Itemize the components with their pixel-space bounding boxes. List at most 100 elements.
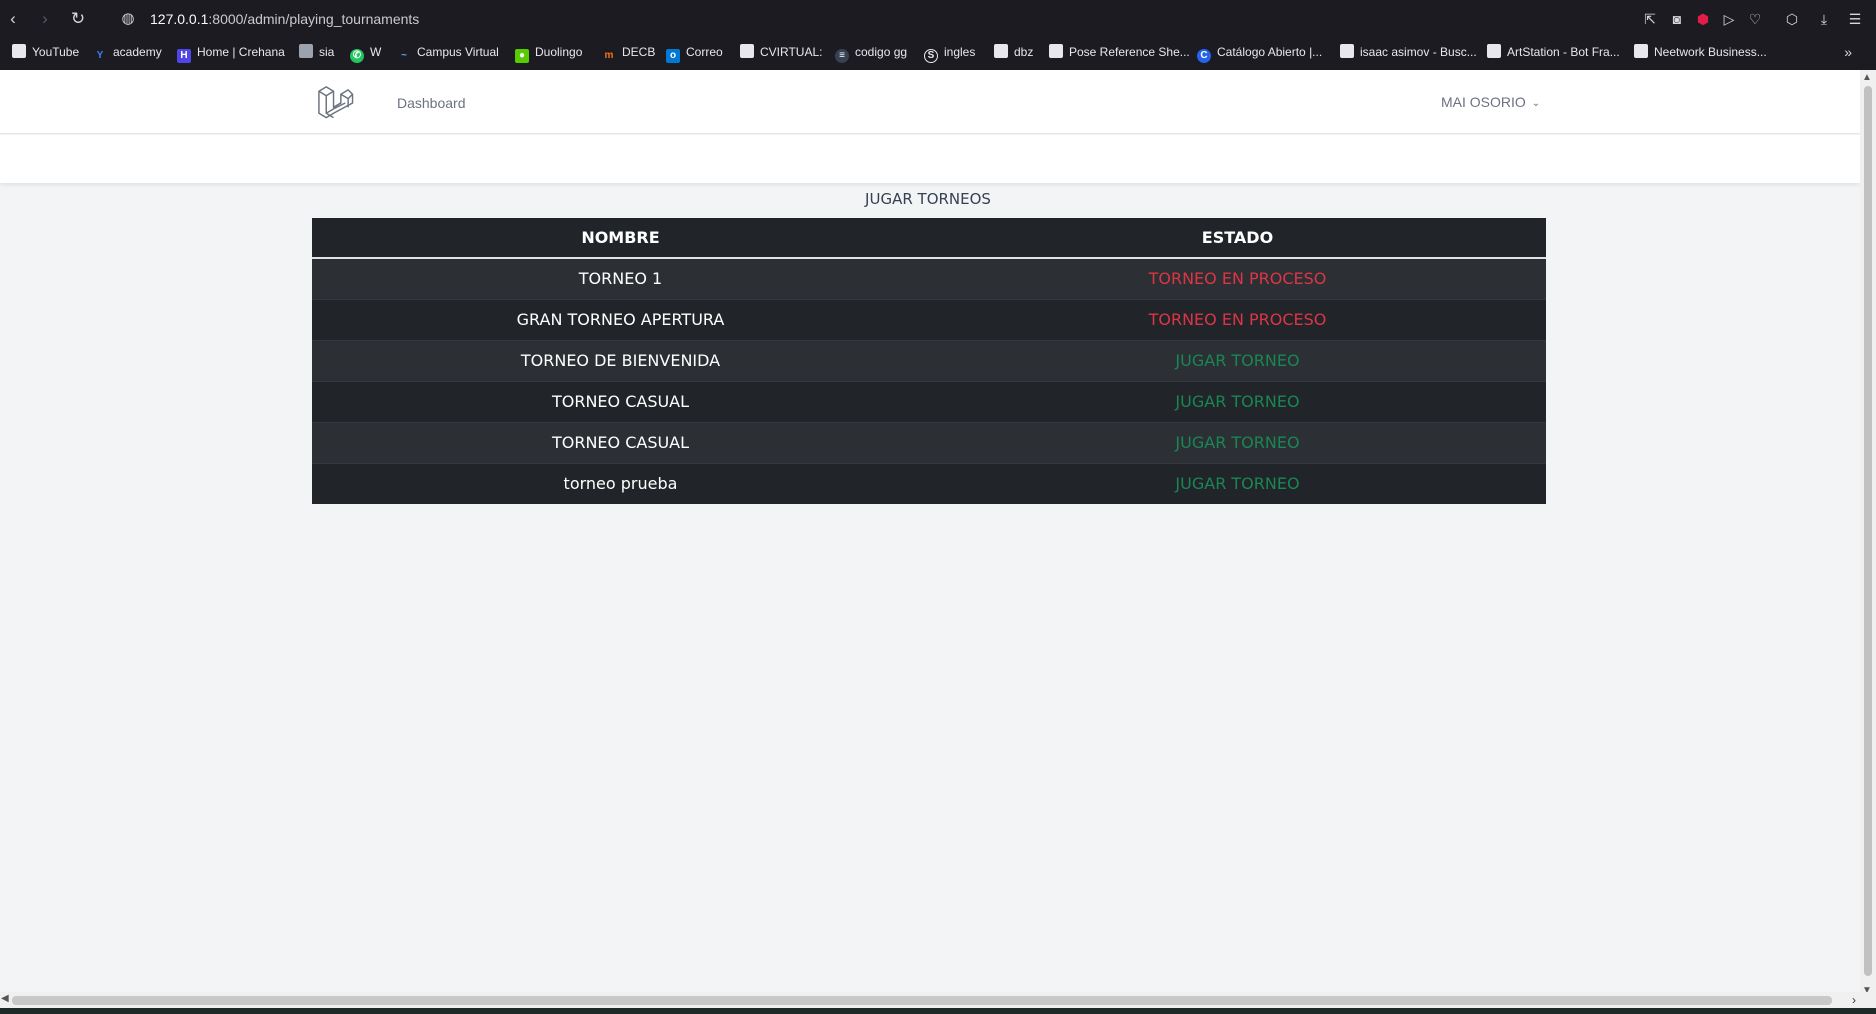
url-path: :8000/admin/playing_tournaments: [208, 11, 420, 27]
horizontal-scrollbar[interactable]: ◀ ›: [0, 992, 1876, 1008]
bookmark-ingles[interactable]: Singles: [924, 43, 976, 63]
column-header-nombre: NOMBRE: [312, 218, 929, 259]
screenshot-icon[interactable]: ◙: [1667, 9, 1687, 29]
bookmark-label: YouTube: [32, 45, 80, 59]
bookmark-pose-reference[interactable]: Pose Reference She...: [1049, 43, 1190, 61]
chevron-more-icon[interactable]: »: [1844, 43, 1852, 61]
bookmark-academy[interactable]: Yacademy: [93, 43, 162, 61]
scroll-up-icon[interactable]: ▲: [1862, 72, 1872, 83]
page-icon: [740, 44, 754, 58]
forward-icon[interactable]: ›: [35, 9, 55, 29]
bookmark-crehana[interactable]: H Home | Crehana: [177, 43, 285, 63]
send-icon[interactable]: ▷: [1719, 9, 1739, 29]
bookmark-decb[interactable]: m DECB: [602, 43, 656, 61]
bookmark-youtube[interactable]: YouTube: [12, 43, 79, 61]
bookmark-label: Correo: [686, 45, 723, 59]
bookmark-artstation[interactable]: ArtStation - Bot Fra...: [1487, 43, 1620, 61]
sia-icon: [299, 44, 313, 58]
bookmark-label: ArtStation - Bot Fra...: [1507, 45, 1620, 59]
user-name: MAI OSORIO: [1441, 94, 1526, 110]
play-tournament-link[interactable]: JUGAR TORNEO: [929, 421, 1546, 463]
page-icon: [1049, 44, 1063, 58]
crehana-icon: H: [177, 49, 191, 63]
heart-icon[interactable]: ♡: [1745, 9, 1765, 29]
table-row: TORNEO CASUAL JUGAR TORNEO: [312, 421, 1546, 463]
laravel-logo-icon[interactable]: [316, 84, 354, 122]
url-text[interactable]: 127.0.0.1:8000/admin/playing_tournaments: [150, 10, 419, 28]
bookmark-label: Neetwork Business...: [1654, 45, 1767, 59]
s-icon: S: [924, 49, 938, 63]
bookmark-label: dbz: [1014, 45, 1034, 59]
nav-link-dashboard[interactable]: Dashboard: [397, 93, 466, 113]
download-icon[interactable]: ⤓: [1814, 9, 1834, 29]
bookmark-campus-virtual[interactable]: ~ Campus Virtual: [397, 43, 499, 61]
scroll-right-icon[interactable]: ›: [1852, 993, 1856, 1007]
share-icon[interactable]: ⇱: [1640, 9, 1660, 29]
url-host: 127.0.0.1: [150, 11, 209, 27]
play-tournament-link[interactable]: JUGAR TORNEO: [929, 339, 1546, 381]
table-row: GRAN TORNEO APERTURA TORNEO EN PROCESO: [312, 298, 1546, 340]
bookmark-label: Home | Crehana: [197, 45, 285, 59]
c-icon: C: [1197, 49, 1211, 63]
page-icon: [994, 44, 1008, 58]
scroll-left-icon[interactable]: ◀: [1, 993, 9, 1004]
page-icon: [1340, 44, 1354, 58]
play-tournament-link[interactable]: JUGAR TORNEO: [929, 462, 1546, 504]
bookmark-label: codigo gg: [855, 45, 908, 59]
bookmark-sia[interactable]: sia: [299, 43, 334, 61]
tournament-name: TORNEO CASUAL: [312, 380, 929, 422]
bookmark-label: Catálogo Abierto |...: [1217, 45, 1323, 59]
bookmark-w[interactable]: ✆ W: [350, 43, 382, 63]
bookmark-isaac-asimov[interactable]: isaac asimov - Busc...: [1340, 43, 1477, 61]
cube-icon[interactable]: ⬡: [1782, 9, 1802, 29]
bookmark-neetwork[interactable]: Neetwork Business...: [1634, 43, 1767, 61]
browser-toolbar: ‹ › ↻ ◍ 127.0.0.1:8000/admin/playing_tou…: [0, 0, 1876, 38]
page-header: [0, 135, 1860, 183]
table-row: torneo prueba JUGAR TORNEO: [312, 462, 1546, 504]
bookmark-label: Duolingo: [535, 45, 583, 59]
table-row: TORNEO DE BIENVENIDA JUGAR TORNEO: [312, 339, 1546, 381]
bookmark-label: academy: [113, 45, 162, 59]
bookmark-correo[interactable]: o Correo: [666, 43, 723, 63]
reload-icon[interactable]: ↻: [68, 9, 88, 29]
bookmark-duolingo[interactable]: ● Duolingo: [515, 43, 583, 63]
back-icon[interactable]: ‹: [3, 9, 23, 29]
vertical-scrollbar[interactable]: ▲ ▼: [1860, 70, 1876, 1000]
vertical-scroll-thumb[interactable]: [1864, 86, 1872, 976]
bookmark-label: W: [370, 45, 382, 59]
bookmark-cvirtual[interactable]: CVIRTUAL:: [740, 43, 822, 61]
globe-icon: ◍: [121, 10, 135, 27]
tournament-name: torneo prueba: [312, 462, 929, 504]
bookmark-catalogo-abierto[interactable]: C Catálogo Abierto |...: [1197, 43, 1323, 63]
tournaments-table: NOMBRE ESTADO TORNEO 1 TORNEO EN PROCESO…: [312, 218, 1546, 504]
bookmark-label: isaac asimov - Busc...: [1360, 45, 1477, 59]
menu-icon[interactable]: ☰: [1845, 9, 1865, 29]
codigo-icon: ≡: [835, 49, 849, 63]
browser-chrome: ‹ › ↻ ◍ 127.0.0.1:8000/admin/playing_tou…: [0, 0, 1876, 70]
bookmark-label: ingles: [944, 45, 976, 59]
decb-icon: m: [604, 50, 614, 61]
tournament-name: GRAN TORNEO APERTURA: [312, 298, 929, 340]
outlook-icon: o: [666, 49, 680, 63]
page-icon: [12, 44, 26, 58]
shield-icon[interactable]: ⬢: [1693, 9, 1713, 29]
page-icon: [1634, 44, 1648, 58]
bookmark-dbz[interactable]: dbz: [994, 43, 1033, 61]
tournament-name: TORNEO DE BIENVENIDA: [312, 339, 929, 381]
chevron-down-icon: ⌄: [1531, 98, 1541, 109]
bookmark-codigo-gg[interactable]: ≡ codigo gg: [835, 43, 908, 63]
bookmark-label: sia: [319, 45, 335, 59]
user-menu-trigger[interactable]: MAI OSORIO ⌄: [1441, 92, 1540, 114]
tournament-name: TORNEO 1: [312, 257, 929, 299]
bookmarks-bar: YouTube Yacademy H Home | Crehana sia ✆ W …: [0, 39, 1876, 65]
bookmark-label: DECB: [622, 45, 656, 59]
play-tournament-link[interactable]: JUGAR TORNEO: [929, 380, 1546, 422]
bookmark-label: CVIRTUAL:: [760, 45, 823, 59]
table-header-row: NOMBRE ESTADO: [312, 218, 1546, 259]
address-bar[interactable]: ◍ 127.0.0.1:8000/admin/playing_tournamen…: [118, 9, 1618, 29]
tournament-status-link[interactable]: TORNEO EN PROCESO: [929, 298, 1546, 340]
bookmark-label: Campus Virtual: [417, 45, 499, 59]
campus-icon: ~: [401, 50, 407, 61]
tournament-status-link[interactable]: TORNEO EN PROCESO: [929, 257, 1546, 299]
horizontal-scroll-thumb[interactable]: [12, 996, 1832, 1005]
